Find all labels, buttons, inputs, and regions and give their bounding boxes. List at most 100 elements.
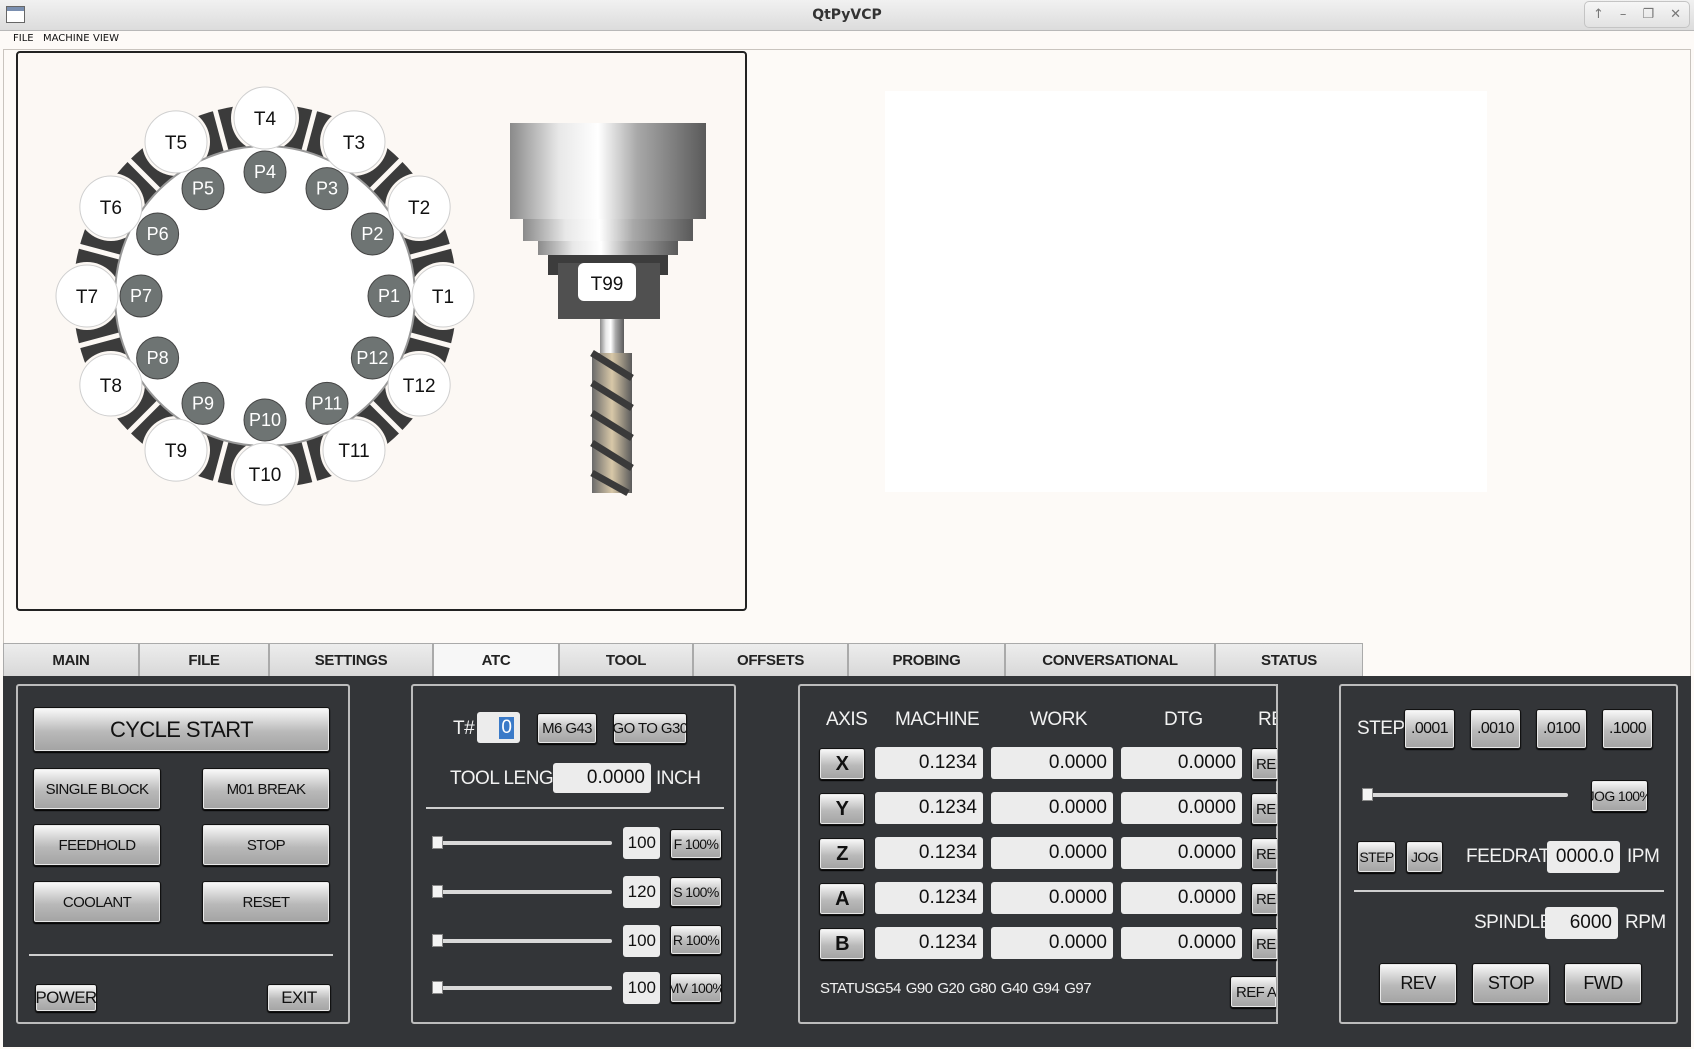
work-x-value: 0.0000 — [991, 747, 1113, 779]
machine-b-value: 0.1234 — [875, 927, 983, 959]
coolant-button[interactable]: COOLANT — [33, 881, 161, 923]
m6-g43-button[interactable]: M6 G43 — [537, 713, 597, 744]
axis-b-button[interactable]: B — [819, 928, 865, 960]
carousel-pocket-3: P3 — [316, 179, 338, 199]
carousel-pocket-9: P9 — [192, 393, 214, 413]
tool-number-input[interactable]: 0 — [477, 712, 520, 743]
max-velocity-slider[interactable] — [432, 981, 612, 994]
status-label: STATUS: — [820, 980, 878, 997]
carousel-tool-3: T3 — [343, 133, 365, 154]
tab-probing[interactable]: PROBING — [848, 643, 1005, 676]
tool-number-value: 0 — [499, 716, 514, 739]
menu-machine[interactable]: MACHINE — [43, 33, 90, 44]
step-0001-button[interactable]: .0001 — [1404, 709, 1455, 749]
max-velocity-reset-button[interactable]: MV 100% — [670, 973, 722, 1003]
slider-handle[interactable] — [432, 836, 443, 849]
carousel-pocket-6: P6 — [147, 224, 169, 244]
tool-length-unit: INCH — [656, 768, 701, 789]
feedrate-field[interactable]: 0000.0 — [1547, 841, 1620, 873]
spindle-speed-field[interactable]: 6000 — [1545, 907, 1618, 939]
ref-all-button[interactable]: REF AL — [1230, 976, 1276, 1008]
tab-settings[interactable]: SETTINGS — [269, 643, 433, 676]
work-z-value: 0.0000 — [991, 837, 1113, 869]
feed-override-slider[interactable] — [432, 836, 612, 849]
jog-mode-button[interactable]: JOG — [1406, 841, 1443, 873]
jog-100-button[interactable]: JOG 100% — [1591, 780, 1648, 812]
go-to-g30-button[interactable]: GO TO G30 — [613, 713, 687, 744]
program-stop-button[interactable]: STOP — [202, 824, 330, 866]
axis-y-button[interactable]: Y — [819, 793, 865, 825]
work-b-value: 0.0000 — [991, 927, 1113, 959]
dtg-z-value: 0.0000 — [1121, 837, 1242, 869]
carousel-tool-5: T5 — [165, 133, 187, 154]
machine-y-value: 0.1234 — [875, 792, 983, 824]
ref-y-button[interactable]: REF — [1251, 793, 1277, 825]
gcode-g54: G54 — [874, 980, 901, 997]
close-icon[interactable]: ✕ — [1670, 7, 1681, 22]
divider — [29, 954, 333, 956]
ref-b-button[interactable]: REF — [1251, 928, 1277, 960]
title-bar: QtPyVCP ↑ – ❐ ✕ — [0, 0, 1694, 31]
ref-z-button[interactable]: REF — [1251, 838, 1277, 870]
spindle-reverse-button[interactable]: REV — [1379, 963, 1457, 1004]
jog-speed-slider[interactable] — [1362, 788, 1568, 801]
dro-header-work: WORK — [1030, 709, 1088, 730]
slider-handle[interactable] — [432, 934, 443, 947]
gcode-g40: G40 — [1000, 980, 1028, 997]
rapid-override-reset-button[interactable]: R 100% — [670, 925, 722, 955]
power-button[interactable]: POWER — [35, 984, 97, 1012]
carousel-pocket-1: P1 — [378, 286, 400, 306]
gcode-preview — [885, 91, 1487, 492]
dro-header-dtg: DTG — [1164, 709, 1203, 730]
spindle-label: SPINDLE — [1474, 912, 1552, 933]
window-title: QtPyVCP — [812, 7, 882, 23]
divider — [426, 807, 724, 809]
exit-button[interactable]: EXIT — [267, 984, 331, 1012]
ref-a-button[interactable]: REF — [1251, 883, 1277, 915]
slider-handle[interactable] — [432, 981, 443, 994]
spindle-graphic — [510, 123, 706, 497]
spindle-forward-button[interactable]: FWD — [1564, 963, 1642, 1004]
carousel-tool-12: T12 — [403, 376, 436, 397]
feed-override-reset-button[interactable]: F 100% — [670, 829, 722, 859]
tab-file[interactable]: FILE — [139, 643, 269, 676]
spindle-stop-button[interactable]: STOP — [1472, 963, 1550, 1004]
axis-x-button[interactable]: X — [819, 748, 865, 780]
max-velocity-value: 100 — [623, 972, 660, 1004]
single-block-button[interactable]: SINGLE BLOCK — [33, 768, 161, 810]
menu-view[interactable]: VIEW — [93, 33, 119, 44]
tab-offsets[interactable]: OFFSETS — [693, 643, 848, 676]
menu-file[interactable]: FILE — [13, 33, 34, 44]
step-0010-button[interactable]: .0010 — [1470, 709, 1521, 749]
machine-z-value: 0.1234 — [875, 837, 983, 869]
tab-main[interactable]: MAIN — [3, 643, 139, 676]
slider-handle[interactable] — [432, 885, 443, 898]
tab-conversational[interactable]: CONVERSATIONAL — [1005, 643, 1215, 676]
machine-a-value: 0.1234 — [875, 882, 983, 914]
carousel-pocket-5: P5 — [192, 179, 214, 199]
tab-status[interactable]: STATUS — [1215, 643, 1363, 676]
ref-x-button[interactable]: REF — [1251, 748, 1277, 780]
machine-x-value: 0.1234 — [875, 747, 983, 779]
minimize-icon[interactable]: – — [1620, 7, 1627, 22]
spindle-override-slider[interactable] — [432, 885, 612, 898]
dro-header-axis: AXIS — [826, 709, 868, 730]
step-0100-button[interactable]: .0100 — [1536, 709, 1587, 749]
spindle-override-reset-button[interactable]: S 100% — [670, 877, 722, 907]
step-mode-button[interactable]: STEP — [1357, 841, 1396, 873]
axis-a-button[interactable]: A — [819, 883, 865, 915]
maximize-icon[interactable]: ❐ — [1642, 7, 1654, 22]
m01-break-button[interactable]: M01 BREAK — [202, 768, 330, 810]
tab-atc[interactable]: ATC — [433, 643, 559, 677]
reset-button[interactable]: RESET — [202, 881, 330, 923]
axis-z-button[interactable]: Z — [819, 838, 865, 870]
tool-length-field[interactable]: 0.0000 — [553, 763, 651, 793]
cycle-start-button[interactable]: CYCLE START — [33, 707, 330, 752]
feedhold-button[interactable]: FEEDHOLD — [33, 824, 161, 866]
step-1000-button[interactable]: .1000 — [1602, 709, 1653, 749]
atc-carousel-panel: T1 T2 T3 T4 T5 T6 T7 T8 T9 T10 T11 T12 P1 P2 P3 P4 P5 P6 P… — [16, 51, 747, 611]
tab-tool[interactable]: TOOL — [559, 643, 693, 676]
slider-handle[interactable] — [1362, 788, 1373, 801]
rapid-override-slider[interactable] — [432, 934, 612, 947]
keep-above-icon[interactable]: ↑ — [1593, 7, 1604, 22]
